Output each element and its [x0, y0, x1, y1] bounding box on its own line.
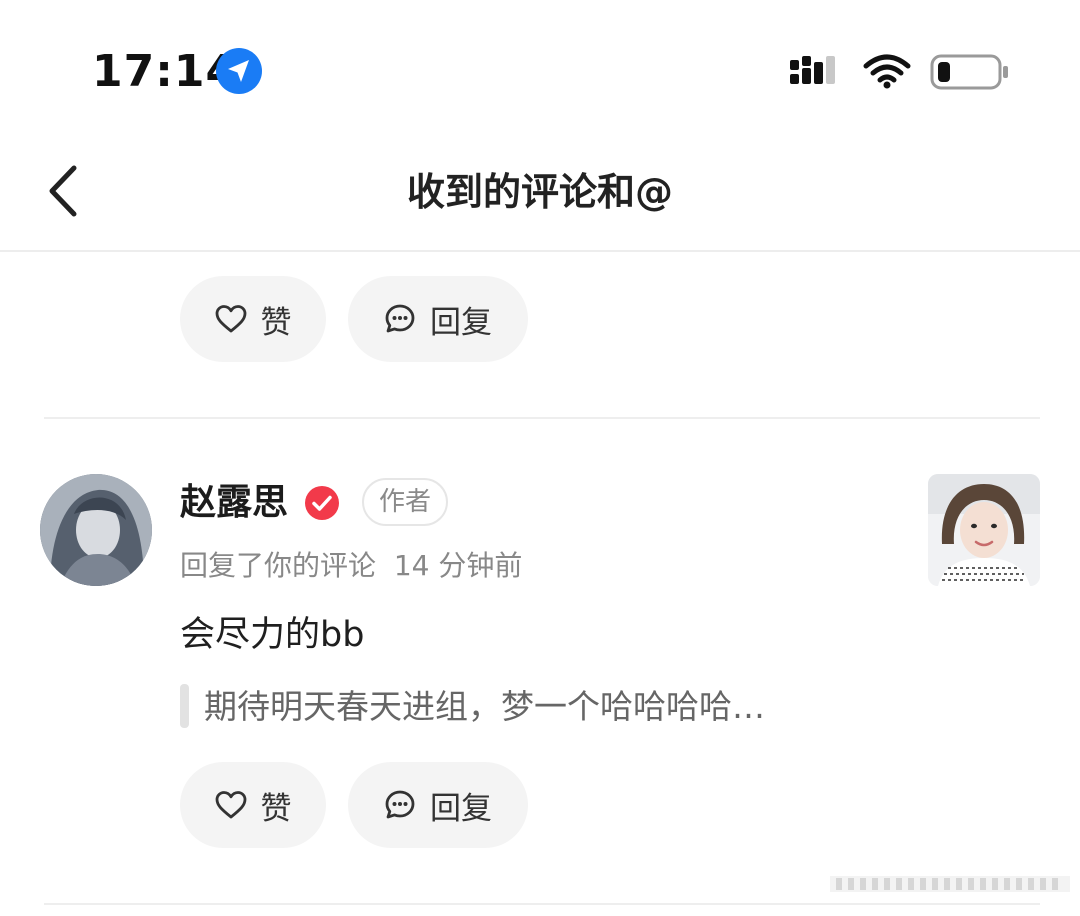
avatar-image: [40, 474, 152, 586]
page-title: 收到的评论和@: [406, 170, 673, 214]
battery-icon: [930, 52, 1010, 92]
heart-icon: [215, 791, 246, 819]
like-button[interactable]: 赞: [180, 276, 326, 362]
like-label: 赞: [260, 790, 292, 827]
reply-button[interactable]: 回复: [348, 276, 528, 362]
signal-icon: [788, 54, 844, 90]
action-text: 回复了你的评论: [180, 549, 377, 582]
chat-bubble-icon: [385, 304, 415, 333]
list-divider: [44, 417, 1040, 419]
like-label: 赞: [260, 304, 292, 341]
quote-bar: [180, 684, 189, 728]
reply-label: 回复: [430, 304, 492, 341]
watermark-strip: [830, 872, 1070, 896]
time-ago: 14 分钟前: [393, 549, 523, 582]
thumbnail-image: [928, 474, 1040, 586]
verified-badge-icon: [304, 485, 340, 521]
location-arrow-icon: [216, 48, 262, 94]
like-button[interactable]: 赞: [180, 762, 326, 848]
username[interactable]: 赵露思: [180, 478, 288, 528]
post-thumbnail[interactable]: [928, 474, 1040, 586]
comment-meta: 回复了你的评论 14 分钟前: [180, 546, 522, 586]
quoted-comment[interactable]: 期待明天春天进组，梦一个哈哈哈哈…: [204, 682, 765, 732]
list-divider: [44, 903, 1040, 905]
nav-divider: [0, 250, 1080, 252]
reply-label: 回复: [430, 790, 492, 827]
wifi-icon: [862, 52, 912, 90]
heart-icon: [215, 305, 246, 333]
chat-bubble-icon: [385, 790, 415, 819]
reply-button[interactable]: 回复: [348, 762, 528, 848]
comment-content[interactable]: 会尽力的bb: [180, 610, 364, 660]
author-tag: 作者: [362, 478, 448, 526]
avatar[interactable]: [40, 474, 152, 586]
